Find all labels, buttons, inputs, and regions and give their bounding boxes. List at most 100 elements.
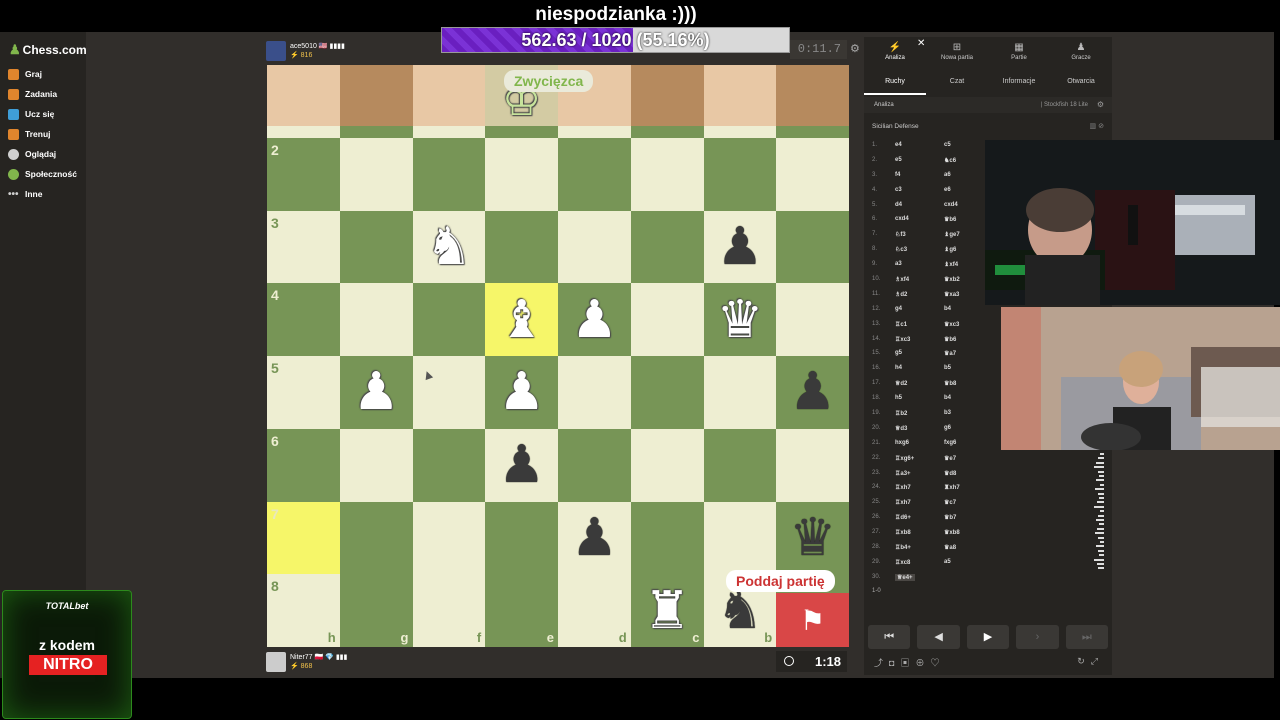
square-c5[interactable] — [630, 356, 704, 429]
sidebar-item-community[interactable]: Społeczność — [8, 165, 77, 183]
square-c1[interactable] — [630, 65, 704, 138]
analysis-toggle-row[interactable]: Analiza | Stockfish 18 Lite ⚙ — [864, 97, 1112, 113]
white-pawn-piece[interactable]: ♟ — [558, 283, 631, 356]
tab-games[interactable]: ▦ Partie — [988, 37, 1050, 69]
square-f2[interactable] — [412, 137, 486, 211]
square-g7[interactable] — [339, 501, 413, 575]
book-icon[interactable]: ▥ — [1090, 123, 1097, 130]
avatar[interactable] — [266, 652, 286, 672]
black-move[interactable]: ♛xb2 — [944, 276, 960, 283]
square-a7[interactable]: ♛ — [776, 501, 849, 575]
white-pawn-piece[interactable]: ♟ — [340, 356, 413, 429]
square-h3[interactable]: 3 — [267, 210, 340, 284]
square-e4[interactable]: ♝ — [485, 283, 558, 356]
flip-board-icon[interactable]: ↻ — [1077, 656, 1091, 666]
square-d4[interactable]: ♟ — [558, 283, 631, 356]
white-queen-piece[interactable]: ♛ — [704, 283, 777, 356]
next-move-button[interactable]: › — [1016, 625, 1059, 649]
black-move[interactable]: ♝g6 — [944, 246, 956, 253]
play-button[interactable]: ▶ — [966, 625, 1010, 649]
square-e6[interactable]: ♟ — [485, 428, 558, 502]
black-move[interactable]: b4 — [944, 395, 951, 401]
square-g4[interactable] — [339, 283, 413, 356]
square-c2[interactable] — [630, 137, 704, 211]
square-h5[interactable]: 5 — [267, 356, 340, 429]
first-move-button[interactable]: ⏮ — [868, 625, 911, 649]
zoom-icon[interactable]: ⊕ — [915, 658, 930, 668]
player-name[interactable]: ace5010 🇺🇸 ▮▮▮▮ — [290, 42, 345, 51]
black-move[interactable]: ♛xb8 — [944, 529, 960, 536]
square-a2[interactable] — [776, 137, 849, 211]
square-d8[interactable]: d — [558, 574, 631, 647]
white-move[interactable]: ♖d6+ — [895, 514, 911, 521]
previous-move-button[interactable]: ◀ — [917, 625, 960, 649]
black-move[interactable]: ♛e7 — [944, 455, 956, 462]
square-c8[interactable]: ♜ c — [630, 574, 704, 647]
black-move[interactable]: b3 — [944, 410, 951, 416]
square-e5[interactable]: ♟ — [485, 356, 558, 429]
white-move[interactable]: f4 — [895, 172, 900, 178]
black-move[interactable]: ♛b7 — [944, 514, 956, 521]
heart-icon[interactable]: ♡ — [930, 658, 945, 668]
square-e3[interactable] — [485, 210, 558, 284]
gear-icon[interactable]: ⚙ — [1097, 100, 1104, 109]
sidebar-item-play[interactable]: Graj — [8, 65, 42, 83]
search-icon[interactable]: ⊘ — [1098, 123, 1104, 130]
white-move[interactable]: h5 — [895, 395, 902, 401]
tab-chat[interactable]: Czat — [926, 73, 988, 95]
black-move[interactable]: a5 — [944, 559, 951, 565]
square-c7[interactable] — [630, 501, 704, 575]
black-move[interactable]: ♛c7 — [944, 499, 956, 506]
black-move[interactable]: b5 — [944, 365, 951, 371]
black-move[interactable]: ♛xa3 — [944, 291, 959, 298]
black-move[interactable]: ♛a8 — [944, 544, 956, 551]
black-queen-piece[interactable]: ♛ — [776, 502, 849, 575]
white-move[interactable]: cxd4 — [895, 216, 909, 222]
white-move[interactable]: ♖xb8 — [895, 529, 911, 536]
white-bishop-piece[interactable]: ♝ — [485, 283, 558, 356]
white-move[interactable]: e5 — [895, 157, 902, 163]
square-b1[interactable] — [703, 65, 777, 138]
square-h8[interactable]: 8 h — [267, 574, 340, 647]
sidebar-item-watch[interactable]: Oglądaj — [8, 145, 56, 163]
white-move[interactable]: ♕e4+ — [895, 573, 915, 581]
square-b6[interactable] — [703, 428, 777, 502]
black-pawn-piece[interactable]: ♟ — [485, 429, 558, 502]
square-f6[interactable] — [412, 428, 486, 502]
square-b2[interactable] — [703, 137, 777, 211]
white-move[interactable]: ♖xh7 — [895, 499, 911, 506]
black-move[interactable]: ♛a7 — [944, 350, 956, 357]
white-move[interactable]: ♖a3+ — [895, 470, 911, 477]
black-move[interactable]: ♞c6 — [944, 157, 956, 164]
black-pawn-piece[interactable]: ♟ — [558, 502, 631, 575]
tab-openings[interactable]: Otwarcia — [1050, 73, 1112, 95]
sidebar-item-train[interactable]: Trenuj — [8, 125, 51, 143]
chess-board[interactable]: ♔ 2 3 ♞ ♟ 4 ♝ ♟ ♛ 5 ♟ ♟ ♟ 6 ♟ 7 ♟ ♛ 8 h … — [267, 65, 849, 647]
white-move[interactable]: ♘c3 — [895, 246, 907, 253]
square-h1[interactable] — [267, 65, 340, 138]
white-move[interactable]: g4 — [895, 306, 902, 312]
black-move[interactable]: ♛d8 — [944, 470, 956, 477]
avatar[interactable] — [266, 41, 286, 61]
white-move[interactable]: ♖xc8 — [895, 559, 910, 566]
black-move[interactable]: e6 — [944, 187, 951, 193]
square-h6[interactable]: 6 — [267, 428, 340, 502]
black-move[interactable]: fxg6 — [944, 440, 956, 446]
black-move[interactable]: ♝ge7 — [944, 231, 960, 238]
square-f4[interactable] — [412, 283, 486, 356]
black-move[interactable]: ♜xh7 — [944, 484, 960, 491]
square-a1[interactable] — [776, 65, 849, 138]
square-a4[interactable] — [776, 283, 849, 356]
square-c6[interactable] — [630, 428, 704, 502]
camera-icon[interactable]: ◘ — [889, 658, 900, 668]
white-move[interactable]: ♕d3 — [895, 425, 907, 432]
white-move[interactable]: ♖xc3 — [895, 336, 910, 343]
share-icon[interactable]: ⤴ — [874, 658, 889, 668]
square-f7[interactable] — [412, 501, 486, 575]
square-a3[interactable] — [776, 210, 849, 284]
white-move[interactable]: h4 — [895, 365, 902, 371]
bottom-player[interactable]: Niter77 🇵🇱 💎 ▮▮▮ ⚡ 868 — [266, 651, 347, 673]
white-move[interactable]: ♘f3 — [895, 231, 906, 238]
square-b7[interactable] — [703, 501, 777, 575]
black-move[interactable]: ♝xf4 — [944, 261, 958, 268]
